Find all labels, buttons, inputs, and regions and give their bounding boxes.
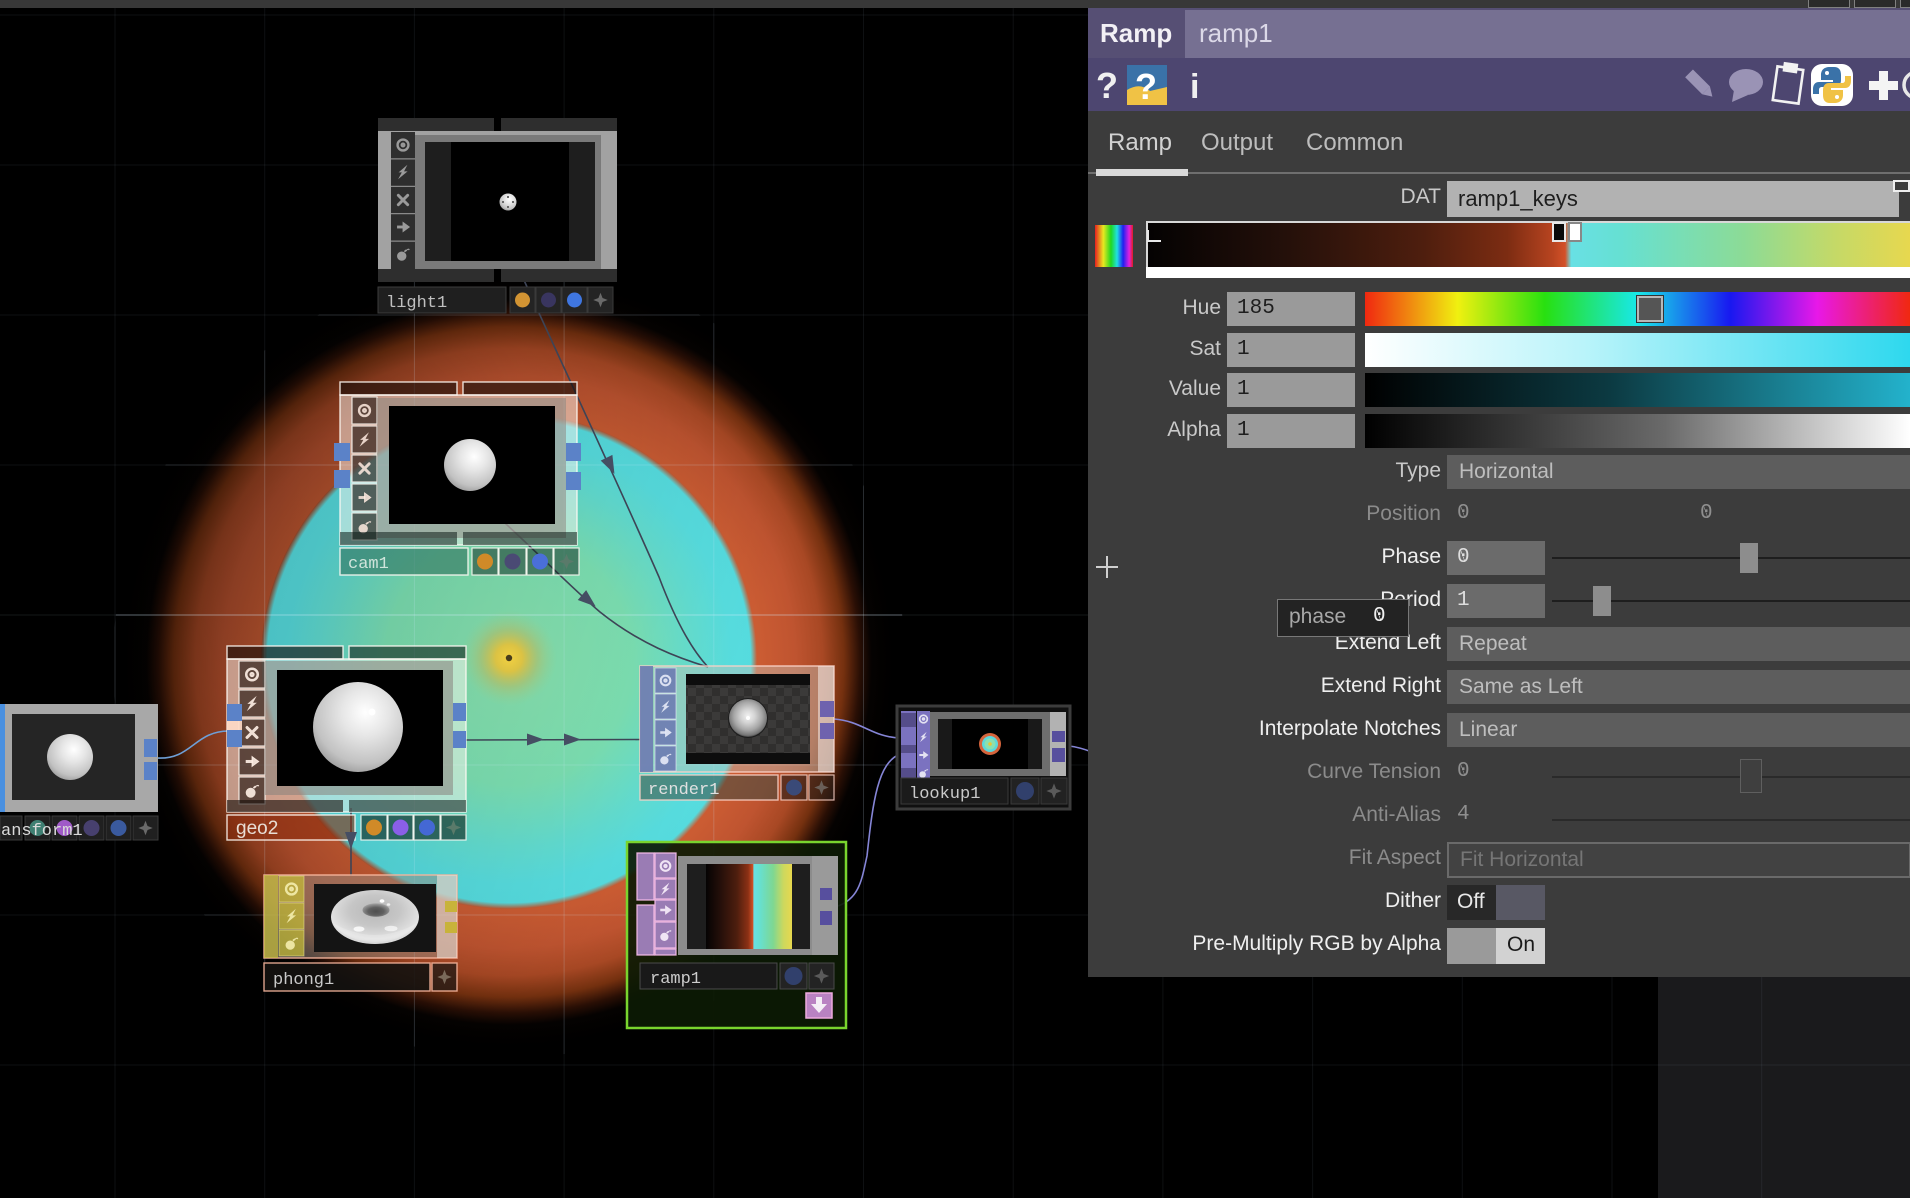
- svg-text:?: ?: [1135, 66, 1157, 107]
- svg-text:render1: render1: [648, 781, 719, 800]
- svg-text:?: ?: [1096, 65, 1118, 106]
- svg-text:ramp1: ramp1: [650, 970, 701, 989]
- svg-text:lookup1: lookup1: [909, 785, 980, 804]
- svg-text:geo2: geo2: [236, 818, 278, 839]
- svg-text:cam1: cam1: [348, 555, 389, 574]
- svg-text:ansform1: ansform1: [1, 822, 83, 841]
- svg-text:phong1: phong1: [273, 971, 334, 990]
- svg-text:light1: light1: [386, 294, 447, 313]
- svg-text:i: i: [1190, 68, 1199, 106]
